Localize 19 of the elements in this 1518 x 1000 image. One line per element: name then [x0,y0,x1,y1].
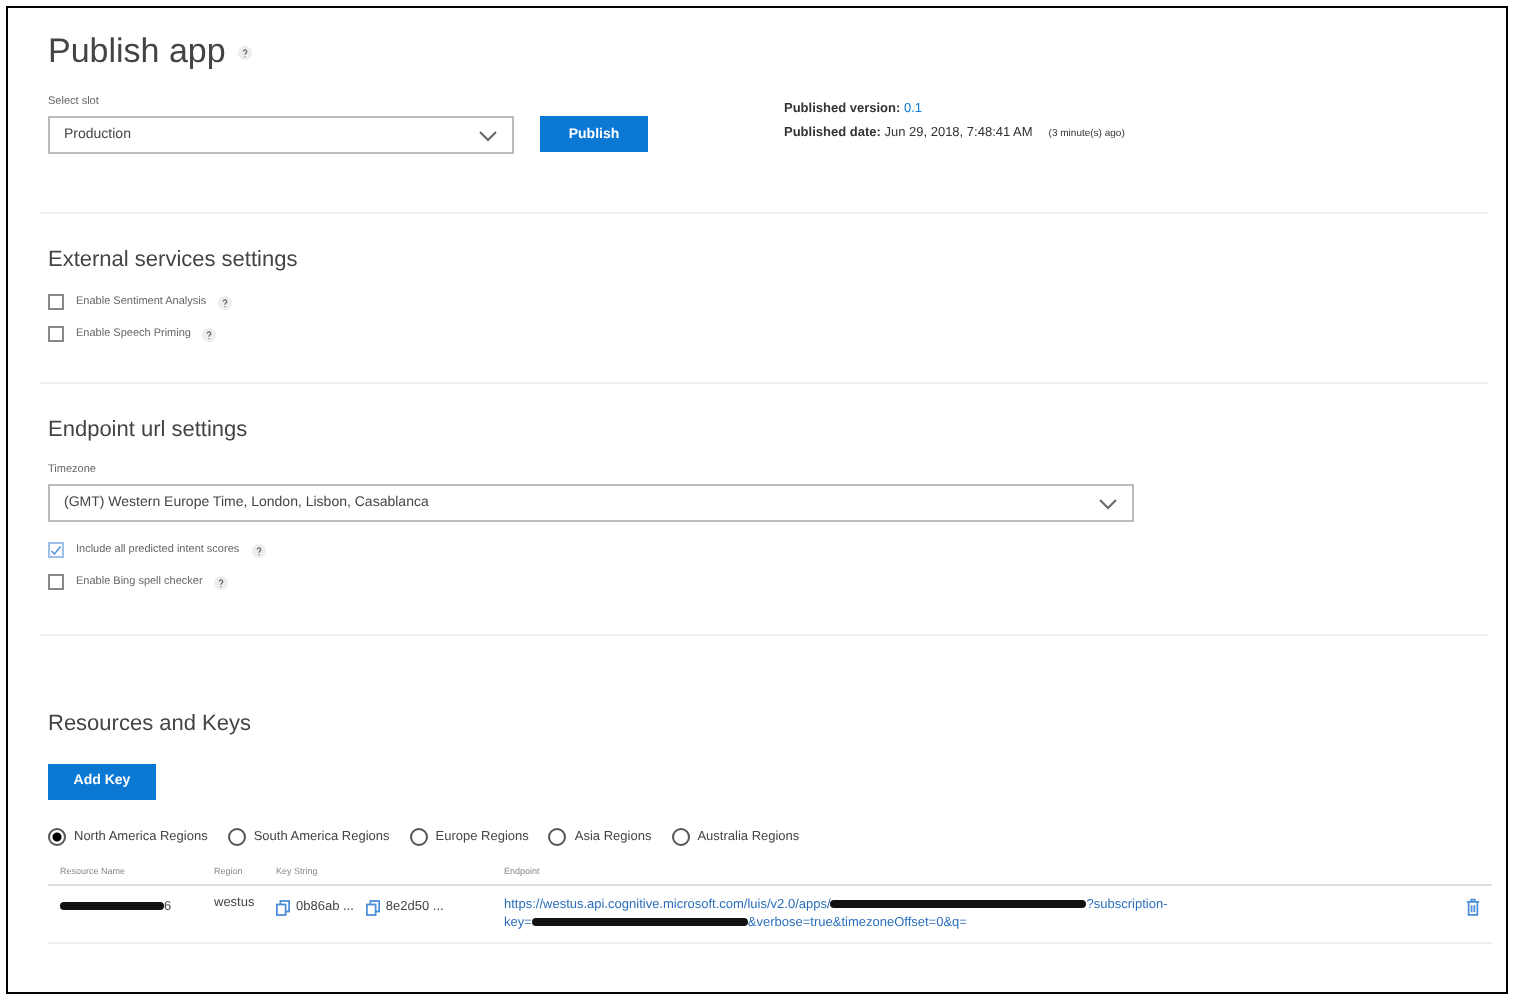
section-heading: Endpoint url settings [48,418,250,442]
checkbox[interactable] [48,574,64,590]
copy-icon[interactable] [276,899,290,915]
page-title: Publish app [48,32,226,72]
redaction-mark [60,902,164,910]
help-icon[interactable] [251,543,266,557]
checkbox[interactable] [48,542,64,558]
help-icon[interactable] [214,575,229,589]
help-icon[interactable] [237,45,252,59]
chevron-down-icon [1098,497,1118,509]
chevron-down-icon [478,129,498,141]
delete-icon[interactable] [1466,897,1480,915]
help-icon[interactable] [202,327,217,341]
copy-icon[interactable] [365,899,380,915]
section-heading: Resources and Keys [48,712,253,736]
checkbox[interactable] [48,294,64,310]
help-icon[interactable] [218,295,233,309]
checkbox[interactable] [48,326,64,342]
section-heading: External services settings [48,248,300,272]
